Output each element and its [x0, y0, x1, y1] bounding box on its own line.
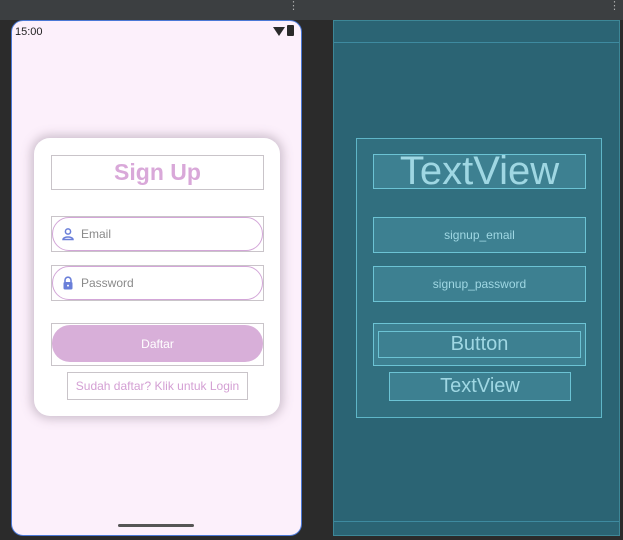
blueprint-signup-password[interactable]: signup_password	[373, 266, 586, 302]
email-field[interactable]: Email	[52, 217, 263, 251]
blueprint-options-menu-icon[interactable]: ⋮	[609, 1, 620, 12]
blueprint-button[interactable]: Button	[373, 323, 586, 366]
blueprint-status-bar	[334, 21, 619, 43]
blueprint-button-label: Button	[450, 333, 509, 355]
status-time: 15:00	[15, 26, 43, 38]
signup-button-bounds: Daftar	[51, 323, 264, 366]
daftar-button[interactable]: Daftar	[52, 325, 263, 362]
blueprint-preview: TextView signup_email signup_password Bu…	[333, 20, 620, 536]
blueprint-nav-bar	[334, 521, 619, 535]
email-field-bounds: Email	[51, 216, 264, 252]
login-link[interactable]: Sudah daftar? Klik untuk Login	[67, 372, 248, 400]
password-field[interactable]: Password	[52, 266, 263, 300]
blueprint-link-textview[interactable]: TextView	[389, 372, 571, 401]
password-placeholder: Password	[81, 276, 134, 290]
person-icon	[62, 228, 74, 241]
status-bar: 15:00	[12, 21, 301, 43]
password-field-bounds: Password	[51, 265, 264, 301]
design-options-menu-icon[interactable]: ⋮	[288, 1, 299, 12]
blueprint-card: TextView signup_email signup_password Bu…	[356, 138, 602, 418]
signup-card: Sign Up Email Password Daftar Sudah daft…	[34, 138, 280, 416]
design-preview: 15:00 Sign Up Email Password Daftar Suda…	[11, 20, 302, 536]
home-indicator	[118, 524, 194, 527]
title-textview: Sign Up	[51, 155, 264, 190]
email-placeholder: Email	[81, 227, 112, 241]
page-title: Sign Up	[114, 159, 201, 185]
blueprint-signup-email[interactable]: signup_email	[373, 217, 586, 253]
battery-icon	[287, 25, 294, 36]
wifi-icon	[273, 27, 285, 36]
lock-icon	[63, 276, 73, 290]
editor-toolbar: ⋮ ⋮	[0, 0, 623, 20]
blueprint-title-textview[interactable]: TextView	[373, 154, 586, 189]
